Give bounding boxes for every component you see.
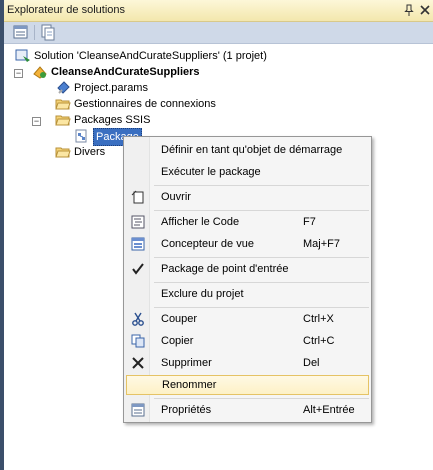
connection-managers-label: Gestionnaires de connexions — [74, 98, 216, 110]
folder-icon — [55, 145, 71, 159]
menu-item-cut[interactable]: Couper Ctrl+X — [126, 309, 369, 329]
menu-item-view-designer[interactable]: Concepteur de vue Maj+F7 — [126, 234, 369, 254]
view-designer-icon — [130, 236, 146, 252]
solution-icon — [15, 49, 31, 63]
copy-icon — [130, 333, 146, 349]
menu-separator — [154, 185, 369, 186]
menu-separator — [154, 210, 369, 211]
menu-item-exclude-from-project[interactable]: Exclure du projet — [126, 284, 369, 304]
collapse-packages-icon[interactable]: − — [32, 117, 41, 126]
folder-icon — [55, 113, 71, 127]
solution-label: Solution 'CleanseAndCurateSuppliers' (1 … — [34, 50, 267, 62]
cut-icon — [130, 311, 146, 327]
solution-explorer-toolbar — [4, 22, 433, 44]
menu-item-copy[interactable]: Copier Ctrl+C — [126, 331, 369, 351]
menu-item-execute-package[interactable]: Exécuter le package — [126, 162, 369, 182]
menu-item-entry-point-package[interactable]: Package de point d'entrée — [126, 259, 369, 279]
ssis-project-icon — [32, 65, 48, 79]
open-icon — [130, 189, 146, 205]
folder-icon — [55, 97, 71, 111]
menu-item-properties[interactable]: Propriétés Alt+Entrée — [126, 400, 369, 420]
project-label: CleanseAndCurateSuppliers — [51, 66, 200, 78]
collapse-project-icon[interactable]: − — [14, 69, 23, 78]
menu-separator — [154, 307, 369, 308]
params-icon — [55, 81, 71, 95]
menu-separator — [154, 398, 369, 399]
properties-icon — [130, 402, 146, 418]
show-all-files-icon[interactable] — [39, 24, 57, 41]
ssis-packages-label: Packages SSIS — [74, 114, 151, 126]
check-icon — [130, 261, 146, 277]
menu-separator — [154, 282, 369, 283]
menu-item-rename[interactable]: Renommer — [126, 375, 369, 395]
menu-separator — [154, 257, 369, 258]
menu-item-set-as-startup[interactable]: Définir en tant qu'objet de démarrage — [126, 140, 369, 160]
project-params-label: Project.params — [74, 82, 148, 94]
panel-title-bar: Explorateur de solutions — [4, 0, 433, 22]
menu-item-open[interactable]: Ouvrir — [126, 187, 369, 207]
close-icon[interactable] — [418, 3, 432, 17]
pin-icon[interactable] — [402, 3, 416, 17]
menu-item-delete[interactable]: Supprimer Del — [126, 353, 369, 373]
properties-icon[interactable] — [12, 24, 30, 41]
toolbar-separator — [34, 25, 35, 40]
panel-title: Explorateur de solutions — [7, 4, 126, 16]
view-code-icon — [130, 214, 146, 230]
package-icon — [74, 129, 90, 143]
misc-label: Divers — [74, 146, 106, 158]
delete-icon — [130, 355, 146, 371]
menu-item-view-code[interactable]: Afficher le Code F7 — [126, 212, 369, 232]
context-menu: Définir en tant qu'objet de démarrage Ex… — [123, 136, 372, 423]
